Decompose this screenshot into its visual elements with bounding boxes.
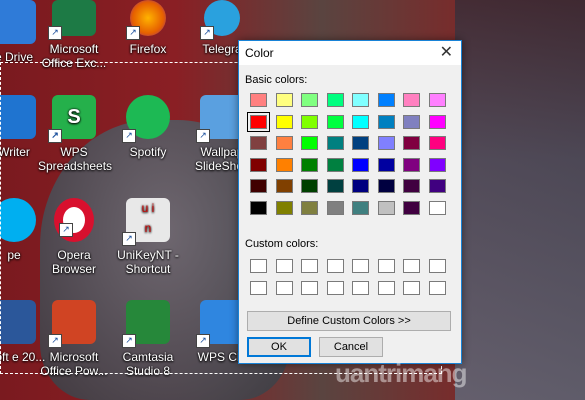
basic-color-swatch[interactable] bbox=[250, 200, 267, 215]
basic-color-swatch[interactable] bbox=[275, 114, 293, 129]
basic-color-swatch[interactable] bbox=[326, 136, 344, 150]
basic-color-swatch[interactable] bbox=[377, 179, 395, 193]
cancel-button[interactable]: Cancel bbox=[319, 337, 383, 357]
excel-icon: ↗ bbox=[48, 0, 96, 40]
ok-button[interactable]: OK bbox=[247, 337, 311, 357]
desktop-item-label: Firefox bbox=[129, 42, 167, 56]
basic-color-swatch[interactable] bbox=[403, 157, 420, 172]
basic-color-swatch[interactable] bbox=[377, 93, 395, 107]
custom-color-swatch[interactable] bbox=[250, 259, 267, 273]
basic-color-swatch[interactable] bbox=[326, 114, 344, 129]
close-icon[interactable]: ✕ bbox=[440, 41, 453, 65]
basic-color-swatch[interactable] bbox=[352, 136, 369, 150]
basic-color-swatch[interactable] bbox=[250, 157, 267, 172]
basic-color-swatch[interactable] bbox=[428, 93, 446, 107]
custom-color-swatch[interactable] bbox=[275, 280, 293, 295]
basic-color-swatch[interactable] bbox=[377, 200, 395, 215]
custom-color-swatch[interactable] bbox=[352, 280, 369, 295]
basic-color-swatch[interactable] bbox=[352, 179, 369, 193]
basic-color-swatch[interactable] bbox=[377, 114, 395, 129]
define-custom-colors-button[interactable]: Define Custom Colors >> bbox=[247, 311, 451, 331]
basic-color-swatch[interactable] bbox=[428, 157, 446, 172]
custom-color-swatch[interactable] bbox=[250, 280, 267, 295]
firefox-icon: ↗ bbox=[126, 0, 166, 40]
custom-color-swatch[interactable] bbox=[301, 280, 318, 295]
basic-color-swatch[interactable] bbox=[301, 136, 318, 150]
basic-color-swatch[interactable] bbox=[301, 200, 318, 215]
custom-color-swatch[interactable] bbox=[275, 259, 293, 273]
custom-color-swatch[interactable] bbox=[428, 280, 446, 295]
custom-color-swatch[interactable] bbox=[377, 259, 395, 273]
desktop-item-firefox[interactable]: ↗ Firefox bbox=[112, 0, 184, 56]
basic-color-swatch[interactable] bbox=[403, 114, 420, 129]
custom-color-swatch[interactable] bbox=[403, 259, 420, 273]
basic-color-swatch[interactable] bbox=[428, 200, 446, 215]
basic-color-swatch[interactable] bbox=[275, 93, 293, 107]
basic-color-swatch[interactable] bbox=[377, 157, 395, 172]
basic-color-swatch[interactable] bbox=[275, 179, 293, 193]
custom-color-swatch[interactable] bbox=[377, 280, 395, 295]
basic-color-swatch[interactable] bbox=[428, 179, 446, 193]
basic-color-swatch[interactable] bbox=[403, 93, 420, 107]
basic-color-swatch[interactable] bbox=[326, 200, 344, 215]
color-dialog: Color ✕ Basic colors: Custom colors: Def… bbox=[238, 40, 462, 364]
drive-icon bbox=[0, 0, 36, 44]
basic-color-swatch[interactable] bbox=[301, 157, 318, 172]
basic-color-swatch[interactable] bbox=[403, 200, 420, 215]
basic-color-swatch[interactable] bbox=[352, 93, 369, 107]
watermark-text: uantrimang bbox=[335, 358, 468, 388]
basic-color-swatch[interactable] bbox=[428, 136, 446, 150]
basic-color-swatch[interactable] bbox=[247, 111, 270, 132]
basic-color-swatch[interactable] bbox=[428, 114, 446, 129]
basic-color-swatch[interactable] bbox=[326, 157, 344, 172]
custom-color-swatch[interactable] bbox=[326, 259, 344, 273]
basic-color-swatch[interactable] bbox=[403, 136, 420, 150]
custom-color-swatch[interactable] bbox=[352, 259, 369, 273]
basic-colors-label: Basic colors: bbox=[245, 74, 308, 86]
telegram-icon: ↗ bbox=[200, 0, 240, 40]
basic-color-swatch[interactable] bbox=[352, 157, 369, 172]
basic-color-swatch[interactable] bbox=[403, 179, 420, 193]
basic-color-swatch[interactable] bbox=[250, 179, 267, 193]
basic-color-swatch[interactable] bbox=[352, 114, 369, 129]
basic-color-swatch[interactable] bbox=[301, 179, 318, 193]
basic-color-swatch[interactable] bbox=[377, 136, 395, 150]
dialog-title: Color bbox=[245, 46, 274, 60]
basic-color-swatch[interactable] bbox=[301, 114, 318, 129]
desktop-item-excel[interactable]: ↗ Microsoft Office Exc... bbox=[38, 0, 110, 70]
basic-color-swatch[interactable] bbox=[326, 179, 344, 193]
custom-color-swatch[interactable] bbox=[428, 259, 446, 273]
basic-color-swatch[interactable] bbox=[275, 157, 293, 172]
basic-color-swatch[interactable] bbox=[301, 93, 318, 107]
basic-color-swatch[interactable] bbox=[352, 200, 369, 215]
basic-color-swatch[interactable] bbox=[250, 136, 267, 150]
basic-color-swatch[interactable] bbox=[326, 93, 344, 107]
custom-color-swatch[interactable] bbox=[301, 259, 318, 273]
basic-color-swatch[interactable] bbox=[275, 200, 293, 215]
custom-color-swatch[interactable] bbox=[326, 280, 344, 295]
custom-color-swatch[interactable] bbox=[403, 280, 420, 295]
basic-color-swatch[interactable] bbox=[275, 136, 293, 150]
basic-color-swatch[interactable] bbox=[250, 93, 267, 107]
wallpaper-figure-right bbox=[455, 0, 585, 400]
custom-colors-label: Custom colors: bbox=[245, 238, 319, 250]
dialog-titlebar: Color ✕ bbox=[239, 41, 461, 65]
